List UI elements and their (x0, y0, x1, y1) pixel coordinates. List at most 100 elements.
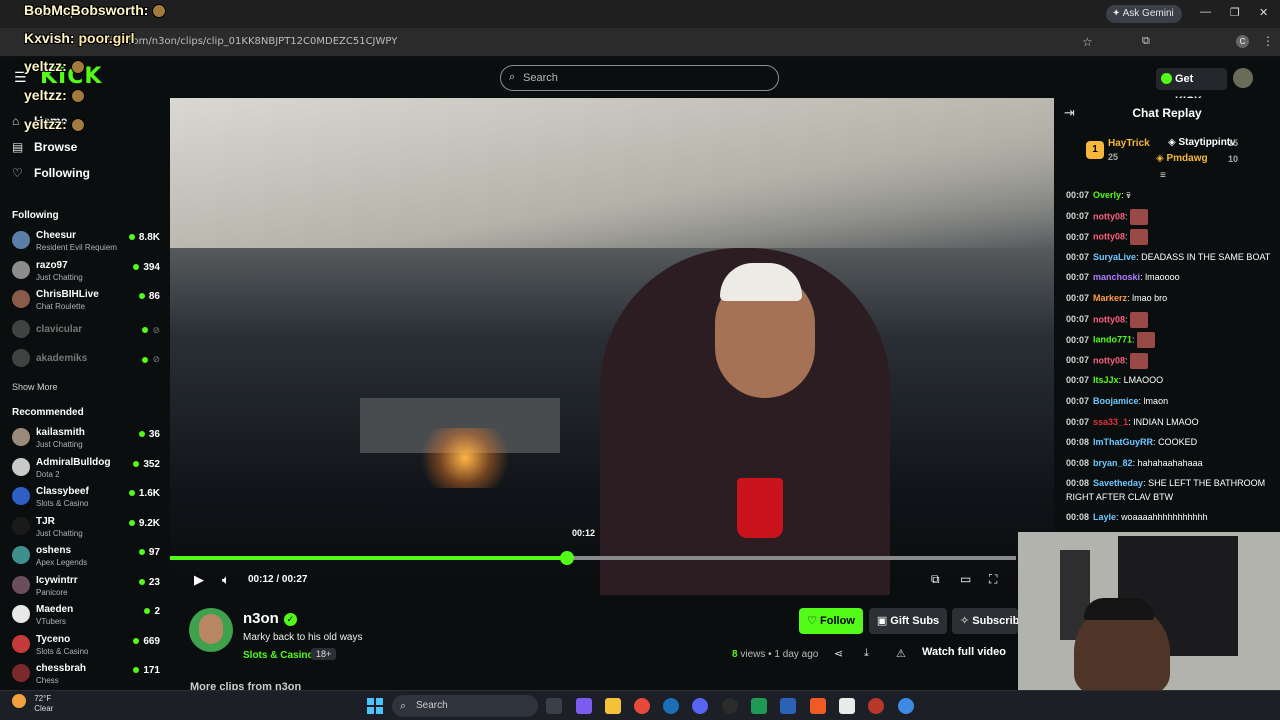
sidebar-channel-chessbrah[interactable]: chessbrah Chess 171 (12, 661, 160, 687)
theater-mode-icon[interactable]: ▭ (960, 572, 971, 586)
chat-username[interactable]: Overly (1093, 190, 1121, 200)
leaderboard-user[interactable]: ◈ Staytippintv (1168, 137, 1236, 148)
sidebar-channel-classybeef[interactable]: Classybeef Slots & Casino 1.6K (12, 484, 160, 510)
sidebar-channel-clavicular[interactable]: clavicular ⊘ (12, 317, 160, 343)
progress-knob[interactable] (559, 551, 574, 565)
chat-username[interactable]: Layle (1093, 512, 1116, 522)
chat-username[interactable]: ItsJJx (1093, 375, 1119, 385)
powershell-icon[interactable] (780, 698, 796, 714)
volume-icon[interactable]: 🔈︎ (222, 572, 230, 588)
bookmark-star-icon[interactable]: ☆ (1082, 35, 1093, 49)
brave-icon[interactable] (810, 698, 826, 714)
chat-username[interactable]: ssa33_1 (1093, 417, 1128, 427)
weather-sun-icon (12, 694, 26, 708)
gift-icon: ▣ (876, 615, 891, 627)
subscribe-button[interactable]: ✧ Subscribe (952, 608, 1018, 634)
taskbar-search[interactable]: ⌕ Search (392, 695, 538, 717)
address-bar[interactable]: kick.com/n3on/clips/clip_01KK8NBJPT12C0M… (0, 28, 1280, 57)
sidebar-item-following[interactable]: ♡ Following (12, 166, 90, 180)
extensions-icon[interactable]: ⧉ (1142, 35, 1150, 48)
channel-avatar (12, 457, 30, 476)
gift-subs-button[interactable]: ▣ Gift Subs (869, 608, 947, 634)
chat-timestamp: 00:07 (1066, 251, 1090, 262)
channel-category: Just Chatting (36, 272, 83, 282)
user-avatar[interactable] (1233, 68, 1253, 88)
chat-timestamp: 00:07 (1066, 416, 1090, 427)
watch-full-video-link[interactable]: Watch full video (922, 646, 1006, 658)
copilot-icon[interactable] (576, 698, 592, 714)
recommended-heading: Recommended (12, 407, 84, 418)
sidebar-channel-kailasmith[interactable]: kailasmith Just Chatting 36 (12, 425, 160, 451)
play-icon[interactable]: ▶ (194, 572, 204, 588)
channel-name: AdmiralBulldog (36, 456, 111, 468)
sidebar-channel-icywintrr[interactable]: Icywintrr Panicore 23 (12, 573, 160, 599)
progress-bar[interactable] (170, 551, 1016, 565)
share-icon[interactable]: ⋖ (834, 647, 843, 660)
sidebar-channel-oshens[interactable]: oshens Apex Legends 97 (12, 543, 160, 569)
download-icon[interactable]: ⤓ (864, 647, 869, 660)
task-view-icon[interactable] (546, 698, 562, 714)
chat-username[interactable]: notty08 (1093, 355, 1125, 365)
info-app-icon[interactable] (839, 698, 855, 714)
show-more-link[interactable]: Show More (12, 382, 58, 392)
chat-username[interactable]: lando771 (1093, 335, 1132, 345)
filter-icon[interactable]: ≡ (1160, 170, 1166, 181)
steam-icon[interactable] (663, 698, 679, 714)
chat-timestamp: 00:07 (1066, 313, 1090, 324)
leaderboard-count: 15 (1228, 138, 1239, 148)
leaderboard-user[interactable]: HayTrick (1108, 138, 1150, 149)
sidebar-item-browse[interactable]: ▤ Browse (12, 140, 77, 154)
video-player[interactable]: 00:12 ▶ 🔈︎ 00:12 / 00:27 ⧉ ▭ ⛶ (170, 98, 1054, 595)
ask-gemini-button[interactable]: ✦ Ask Gemini (1106, 5, 1182, 23)
chat-text: DEADASS IN THE SAME BOAT (1141, 251, 1271, 262)
chat-username[interactable]: notty08 (1093, 314, 1125, 324)
sidebar-channel-tjr[interactable]: TJR Just Chatting 9.2K (12, 514, 160, 540)
chat-username[interactable]: SuryaLive (1093, 252, 1136, 262)
channel-name[interactable]: n3on ✓ (243, 610, 297, 627)
chrome-icon[interactable] (634, 698, 650, 714)
verified-icon: ✓ (283, 612, 297, 626)
leaderboard-user[interactable]: ◈ Pmdawg (1156, 153, 1208, 164)
obs-icon[interactable] (722, 698, 738, 714)
get-kicks-button[interactable]: Get KICKs (1156, 68, 1227, 107)
chat-username[interactable]: bryan_82 (1093, 458, 1133, 468)
weather-widget[interactable]: 72°F Clear (12, 694, 53, 714)
file-explorer-icon[interactable] (605, 698, 621, 714)
search-input[interactable]: ⌕ Search (500, 65, 779, 91)
discord-icon[interactable] (692, 698, 708, 714)
follow-button[interactable]: ♡ Follow (799, 608, 863, 634)
close-icon[interactable]: ✕ (1259, 6, 1268, 19)
browser-menu-icon[interactable]: ⋮ (1262, 34, 1274, 48)
windows-start-icon[interactable] (367, 698, 383, 714)
sidebar-channel-cheesur[interactable]: Cheesur Resident Evil Requiem 8.8K (12, 228, 160, 254)
heart-icon: ♡ (807, 615, 821, 627)
sidebar-channel-razo97[interactable]: razo97 Just Chatting 394 (12, 258, 160, 284)
minimize-icon[interactable]: — (1200, 6, 1211, 18)
sidebar-channel-admiralbulldog[interactable]: AdmiralBulldog Dota 2 352 (12, 455, 160, 481)
chat-username[interactable]: Savetheday (1093, 478, 1143, 488)
sidebar-channel-maeden[interactable]: Maeden VTubers 2 (12, 602, 160, 628)
chrome-profile-icon[interactable] (868, 698, 884, 714)
chat-username[interactable]: ImThatGuyRR (1093, 437, 1153, 447)
url-text[interactable]: kick.com/n3on/clips/clip_01KK8NBJPT12C0M… (104, 36, 397, 47)
report-icon[interactable]: ⚠ (896, 647, 906, 660)
fullscreen-icon[interactable]: ⛶ (989, 572, 997, 587)
channel-avatar[interactable] (189, 608, 233, 652)
profile-avatar[interactable]: C (1236, 35, 1249, 48)
category-link[interactable]: Slots & Casino (243, 650, 314, 661)
leaderboard-count: 25 (1108, 152, 1119, 162)
chat-username[interactable]: manchoski (1093, 272, 1140, 282)
webcam-streamer-cap (1084, 598, 1154, 620)
chat-username[interactable]: Boojamice (1093, 396, 1139, 406)
chat-username[interactable]: notty08 (1093, 232, 1125, 242)
chat-username[interactable]: notty08 (1093, 211, 1125, 221)
restore-icon[interactable]: ❐ (1230, 6, 1240, 19)
sidebar-channel-tyceno[interactable]: Tyceno Slots & Casino 669 (12, 632, 160, 658)
chat-username[interactable]: Markerz (1093, 293, 1127, 303)
miniplayer-icon[interactable]: ⧉ (931, 572, 940, 587)
sidebar-channel-akademiks[interactable]: akademiks ⊘ (12, 346, 160, 372)
channel-avatar (12, 487, 30, 505)
sidebar-channel-chrisbihlive[interactable]: ChrisBIHLive Chat Roulette 86 (12, 287, 160, 313)
app-icon[interactable] (751, 698, 767, 714)
chrome-active-icon[interactable] (898, 698, 914, 714)
